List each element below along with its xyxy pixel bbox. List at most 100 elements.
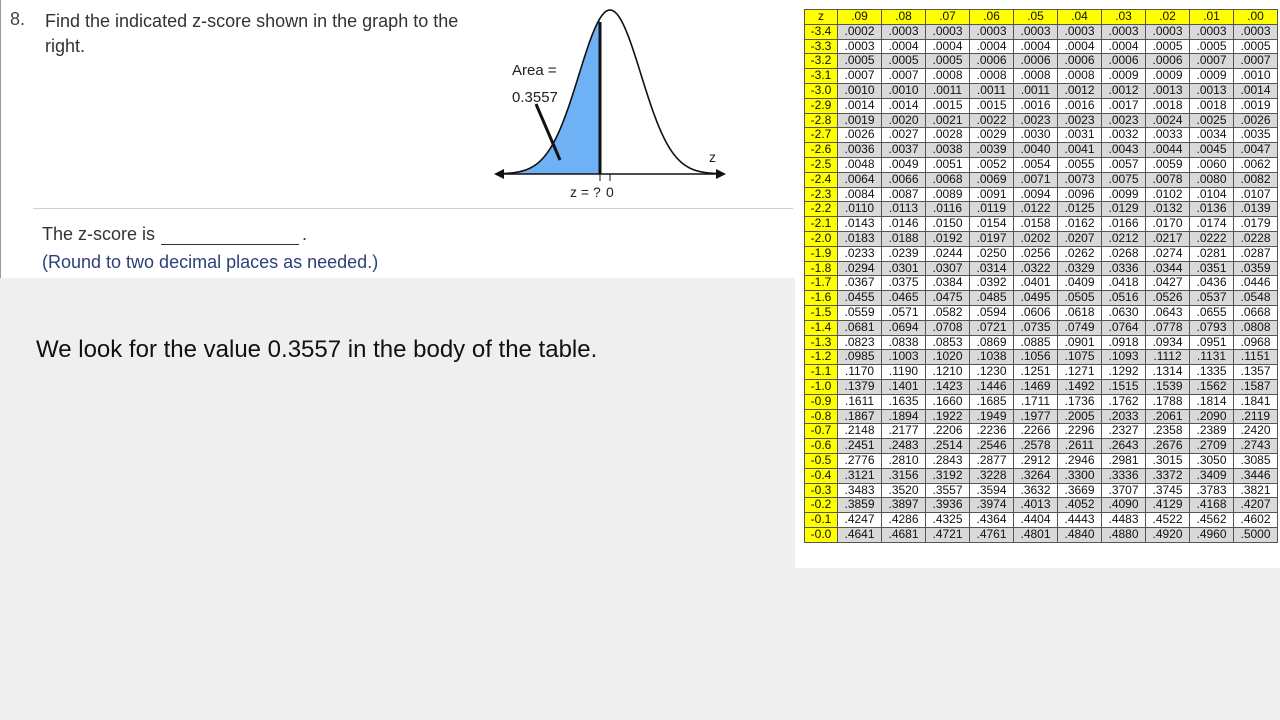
- z-table-cell: .0010: [881, 82, 926, 99]
- z-table-cell: .0016: [1057, 97, 1102, 114]
- z-table-cell: .0735: [1013, 319, 1058, 336]
- z-table-row: -1.8.0294.0301.0307.0314.0322.0329.0336.…: [804, 260, 1278, 277]
- z-table-column-header: .07: [925, 9, 970, 25]
- z-table-cell: .0559: [837, 304, 882, 321]
- z-row-label: -1.4: [804, 319, 838, 336]
- z-table-cell: .0026: [1233, 112, 1278, 129]
- z-table-cell: .0537: [1189, 290, 1234, 306]
- z-table-cell: .0174: [1189, 216, 1234, 232]
- z-table-cell: .0197: [969, 230, 1014, 247]
- z-table-cell: .1949: [969, 408, 1014, 425]
- axis-label-z: z: [709, 149, 716, 165]
- z-table-cell: .3085: [1233, 452, 1278, 469]
- z-table-cell: .4168: [1189, 497, 1234, 514]
- z-table-cell: .0026: [837, 127, 882, 144]
- z-table-cell: .4920: [1145, 526, 1190, 543]
- z-table-cell: .2119: [1233, 408, 1278, 425]
- z-table-row: -2.7.0026.0027.0028.0029.0030.0031.0032.…: [804, 127, 1278, 144]
- z-table-cell: .1190: [881, 364, 926, 380]
- z-table-cell: .0005: [925, 53, 970, 70]
- z-table-cell: .4013: [1013, 497, 1058, 514]
- z-table-cell: .0031: [1057, 127, 1102, 144]
- z-table-cell: .3707: [1101, 482, 1146, 499]
- z-table-column-header: .04: [1057, 9, 1102, 25]
- z-table-cell: .0003: [1013, 23, 1058, 40]
- z-row-label: -1.6: [804, 290, 838, 306]
- z-table-cell: .4840: [1057, 526, 1102, 543]
- z-table-cell: .0158: [1013, 216, 1058, 232]
- z-table-cell: .2451: [837, 438, 882, 454]
- z-table-cell: .3783: [1189, 482, 1234, 499]
- z-table-row: -0.9.1611.1635.1660.1685.1711.1736.1762.…: [804, 393, 1278, 410]
- z-table-cell: .0005: [837, 53, 882, 70]
- z-table-cell: .3520: [881, 482, 926, 499]
- z-table-cell: .0030: [1013, 127, 1058, 144]
- z-table-cell: .0301: [881, 260, 926, 277]
- z-table-cell: .0009: [1189, 68, 1234, 84]
- z-table-cell: .0136: [1189, 201, 1234, 218]
- z-table-cell: .0004: [1101, 38, 1146, 55]
- z-table-cell: .0202: [1013, 230, 1058, 247]
- z-table-cell: .0064: [837, 171, 882, 188]
- z-table-cell: .0003: [925, 23, 970, 40]
- z-table-cell: .2389: [1189, 423, 1234, 440]
- z-table-cell: .1894: [881, 408, 926, 425]
- z-table-cell: .0244: [925, 245, 970, 262]
- z-table-cell: .4681: [881, 526, 926, 543]
- z-table-cell: .0764: [1101, 319, 1146, 336]
- z-table-cell: .0122: [1013, 201, 1058, 218]
- z-table-cell: .1379: [837, 378, 882, 395]
- z-table-cell: .1736: [1057, 393, 1102, 410]
- z-table-cell: .0256: [1013, 245, 1058, 262]
- z-table-cell: .0038: [925, 142, 970, 158]
- z-table-cell: .0885: [1013, 334, 1058, 351]
- z-table-cell: .2061: [1145, 408, 1190, 425]
- z-table-cell: .0708: [925, 319, 970, 336]
- z-table-cell: .0582: [925, 304, 970, 321]
- z-table-cell: .0010: [837, 82, 882, 99]
- z-table-cell: .0618: [1057, 304, 1102, 321]
- z-table-row: -1.0.1379.1401.1423.1446.1469.1492.1515.…: [804, 378, 1278, 395]
- z-table-row: -2.4.0064.0066.0068.0069.0071.0073.0075.…: [804, 171, 1278, 188]
- z-table-cell: .0655: [1189, 304, 1234, 321]
- z-table-cell: .0011: [969, 82, 1014, 99]
- z-table-cell: .0018: [1145, 97, 1190, 114]
- z-table-cell: .0011: [925, 82, 970, 99]
- z-row-label: -2.4: [804, 171, 838, 188]
- z-table-cell: .0314: [969, 260, 1014, 277]
- z-table-cell: .0052: [969, 156, 1014, 173]
- z-row-label: -3.3: [804, 38, 838, 55]
- axis-right-arrow: [716, 169, 726, 179]
- z-table-cell: .0125: [1057, 201, 1102, 218]
- z-table-cell: .1292: [1101, 364, 1146, 380]
- answer-suffix: .: [302, 224, 308, 244]
- z-table-cell: .0222: [1189, 230, 1234, 247]
- z-table-cell: .1230: [969, 364, 1014, 380]
- z-table-cell: .0004: [881, 38, 926, 55]
- z-table-row: -0.7.2148.2177.2206.2236.2266.2296.2327.…: [804, 423, 1278, 440]
- z-table-cell: .4364: [969, 512, 1014, 528]
- answer-input[interactable]: [161, 222, 300, 245]
- z-table-cell: .1038: [969, 349, 1014, 366]
- z-table-cell: .0004: [925, 38, 970, 55]
- z-table-cell: .0392: [969, 275, 1014, 292]
- z-table-cell: .0006: [1145, 53, 1190, 70]
- panel-border: [0, 0, 1, 278]
- z-table-cell: .1635: [881, 393, 926, 410]
- normal-curve-graph: Area = 0.3557 z z = ? 0: [494, 9, 726, 200]
- z-table-cell: .0192: [925, 230, 970, 247]
- z-table-cell: .0329: [1057, 260, 1102, 277]
- z-table-cell: .4522: [1145, 512, 1190, 528]
- z-table-cell: .4052: [1057, 497, 1102, 514]
- z-table-cell: .4880: [1101, 526, 1146, 543]
- z-table-cell: .3300: [1057, 467, 1102, 484]
- z-row-label: -1.3: [804, 334, 838, 351]
- z-table-cell: .5000: [1233, 526, 1278, 543]
- z-table-cell: .0116: [925, 201, 970, 218]
- z-table-cell: .2546: [969, 438, 1014, 454]
- z-table-column-header: .00: [1233, 9, 1278, 25]
- z-table-cell: .0681: [837, 319, 882, 336]
- z-row-label: -0.9: [804, 393, 838, 410]
- z-table-cell: .0091: [969, 186, 1014, 203]
- z-table-cell: .1093: [1101, 349, 1146, 366]
